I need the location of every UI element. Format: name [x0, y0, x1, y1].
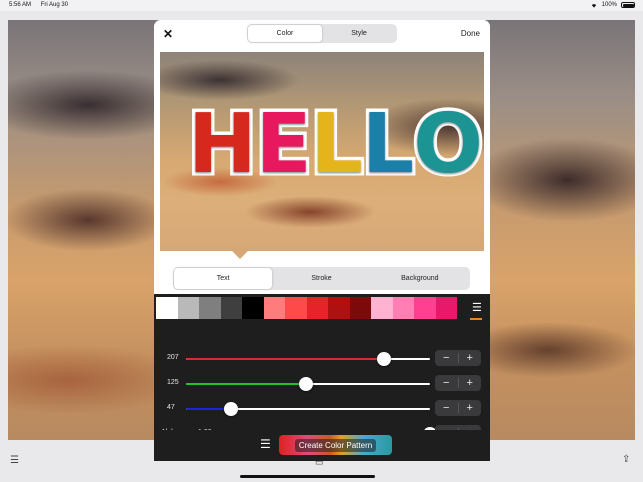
color-swatch[interactable] — [328, 297, 350, 319]
color-swatch[interactable] — [371, 297, 393, 319]
increment-button[interactable]: + — [459, 400, 482, 416]
rgb-slider-row: 47 − + — [154, 399, 490, 419]
preview-letter: H — [185, 97, 261, 192]
tab-text[interactable]: Text — [174, 268, 273, 289]
create-color-pattern-button[interactable]: Create Color Pattern — [279, 435, 392, 455]
slider-value: 125 — [167, 379, 179, 386]
pattern-list-icon[interactable]: ☰ — [260, 438, 271, 450]
status-right: 100% — [590, 2, 635, 8]
color-swatch[interactable] — [435, 297, 457, 319]
home-indicator — [240, 475, 375, 478]
rgb-slider-row: 207 − + — [154, 349, 490, 369]
preview-pointer — [231, 250, 249, 259]
color-swatch[interactable] — [263, 297, 285, 319]
list-menu-icon[interactable]: ☰ — [10, 455, 19, 466]
close-icon[interactable]: ✕ — [163, 27, 173, 41]
text-preview: HELLO — [160, 52, 484, 251]
color-swatch[interactable] — [349, 297, 371, 319]
modal-header: ✕ Color Style Done — [154, 20, 490, 48]
color-swatch[interactable] — [392, 297, 414, 319]
slider-thumb[interactable] — [223, 402, 238, 416]
decrement-button[interactable]: − — [435, 400, 458, 416]
decrement-button[interactable]: − — [435, 375, 458, 391]
mode-tabs: Color Style — [247, 24, 397, 43]
share-icon[interactable]: ⇪ — [622, 454, 630, 465]
preview-letter: E — [252, 97, 315, 192]
value-stepper: −+ — [435, 375, 481, 391]
value-stepper: −+ — [435, 400, 481, 416]
slider-thumb[interactable] — [377, 352, 392, 366]
color-swatch[interactable] — [306, 297, 328, 319]
preview-letter: O — [410, 97, 484, 192]
slider-value: 47 — [167, 404, 175, 411]
color-modal: ✕ Color Style Done HELLO Text Stroke Bac… — [154, 20, 490, 461]
color-swatch[interactable] — [156, 297, 178, 319]
done-button[interactable]: Done — [461, 29, 480, 38]
bottom-bar: ☰ Create Color Pattern — [154, 430, 490, 461]
preview-letter: L — [358, 97, 417, 192]
create-color-pattern-label: Create Color Pattern — [294, 438, 377, 452]
slider-fill — [186, 383, 306, 385]
status-left: 5:56 AM Fri Aug 30 — [9, 2, 76, 8]
increment-button[interactable]: + — [459, 350, 482, 366]
preview-letter: L — [307, 97, 366, 192]
color-swatch[interactable] — [414, 297, 436, 319]
wifi-icon — [591, 4, 596, 8]
decrement-button[interactable]: − — [435, 350, 458, 366]
rgb-slider-row: 125 − + — [154, 374, 490, 394]
palette-menu-indicator — [470, 318, 482, 320]
color-swatches — [156, 297, 457, 319]
palette-menu-icon[interactable]: ☰ — [472, 303, 482, 314]
color-target-tabs: Text Stroke Background — [173, 267, 470, 290]
slider-value: 207 — [167, 354, 179, 361]
increment-button[interactable]: + — [459, 375, 482, 391]
value-stepper: −+ — [435, 350, 481, 366]
color-swatch[interactable] — [220, 297, 242, 319]
status-bar: 5:56 AM Fri Aug 30 100% — [0, 0, 643, 11]
preview-text: HELLO — [185, 97, 484, 192]
tab-color[interactable]: Color — [248, 25, 322, 42]
tab-style[interactable]: Style — [322, 25, 396, 42]
color-swatch[interactable] — [285, 297, 307, 319]
battery-percent: 100% — [601, 2, 617, 8]
color-swatch[interactable] — [242, 297, 264, 319]
slider-track[interactable] — [186, 358, 430, 360]
tab-background[interactable]: Background — [371, 268, 469, 289]
status-date: Fri Aug 30 — [40, 2, 69, 8]
tab-stroke[interactable]: Stroke — [272, 268, 370, 289]
battery-icon — [621, 2, 635, 8]
color-swatch[interactable] — [199, 297, 221, 319]
slider-thumb[interactable] — [298, 377, 313, 391]
slider-track[interactable] — [186, 408, 430, 410]
color-swatch[interactable] — [177, 297, 199, 319]
status-time: 5:56 AM — [9, 2, 32, 8]
slider-fill — [186, 358, 385, 360]
